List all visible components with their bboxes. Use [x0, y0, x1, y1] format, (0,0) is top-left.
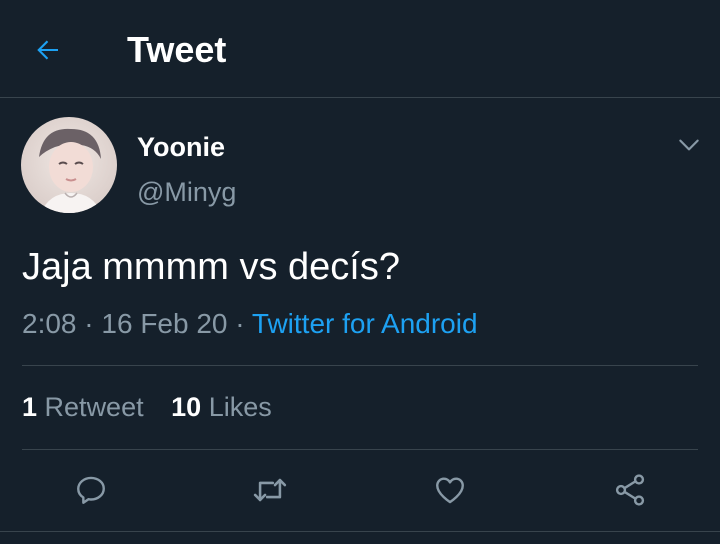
likes-count: 10	[171, 392, 202, 422]
meta-separator: ·	[84, 308, 94, 339]
reply-button[interactable]	[71, 470, 111, 510]
heart-icon	[436, 477, 464, 504]
tweet-date: 16 Feb 20	[101, 308, 228, 339]
tweet-menu-button[interactable]	[676, 132, 702, 158]
chevron-down-icon	[679, 139, 699, 151]
top-app-bar: Tweet	[0, 0, 720, 98]
share-button[interactable]	[610, 470, 650, 510]
tweet-text: Jaja mmmm vs decís?	[22, 246, 400, 288]
reply-icon	[77, 476, 105, 504]
author-display-name[interactable]: Yoonie	[137, 131, 225, 163]
likes-label: Likes	[208, 392, 272, 422]
divider	[22, 449, 698, 450]
retweets-label: Retweet	[44, 392, 144, 422]
share-icon	[615, 474, 645, 506]
retweets-stat[interactable]: 1 Retweet	[22, 390, 144, 424]
meta-separator: ·	[235, 308, 245, 339]
divider	[0, 531, 720, 532]
retweet-button[interactable]	[250, 470, 290, 510]
retweets-count: 1	[22, 392, 38, 422]
tweet-time: 2:08	[22, 308, 77, 339]
avatar[interactable]	[21, 117, 117, 213]
arrow-left-icon	[37, 40, 58, 60]
page-title: Tweet	[127, 29, 227, 70]
divider	[22, 365, 698, 366]
retweet-icon	[253, 478, 287, 502]
tweet-stats: 1 Retweet 10 Likes	[22, 390, 292, 424]
tweet-meta: 2:08 · 16 Feb 20 · Twitter for Android	[22, 306, 478, 342]
likes-stat[interactable]: 10 Likes	[171, 390, 272, 424]
back-button[interactable]	[30, 32, 66, 68]
author-handle[interactable]: @Minyg	[137, 176, 236, 208]
tweet-source-link[interactable]: Twitter for Android	[252, 308, 478, 339]
like-button[interactable]	[430, 470, 470, 510]
